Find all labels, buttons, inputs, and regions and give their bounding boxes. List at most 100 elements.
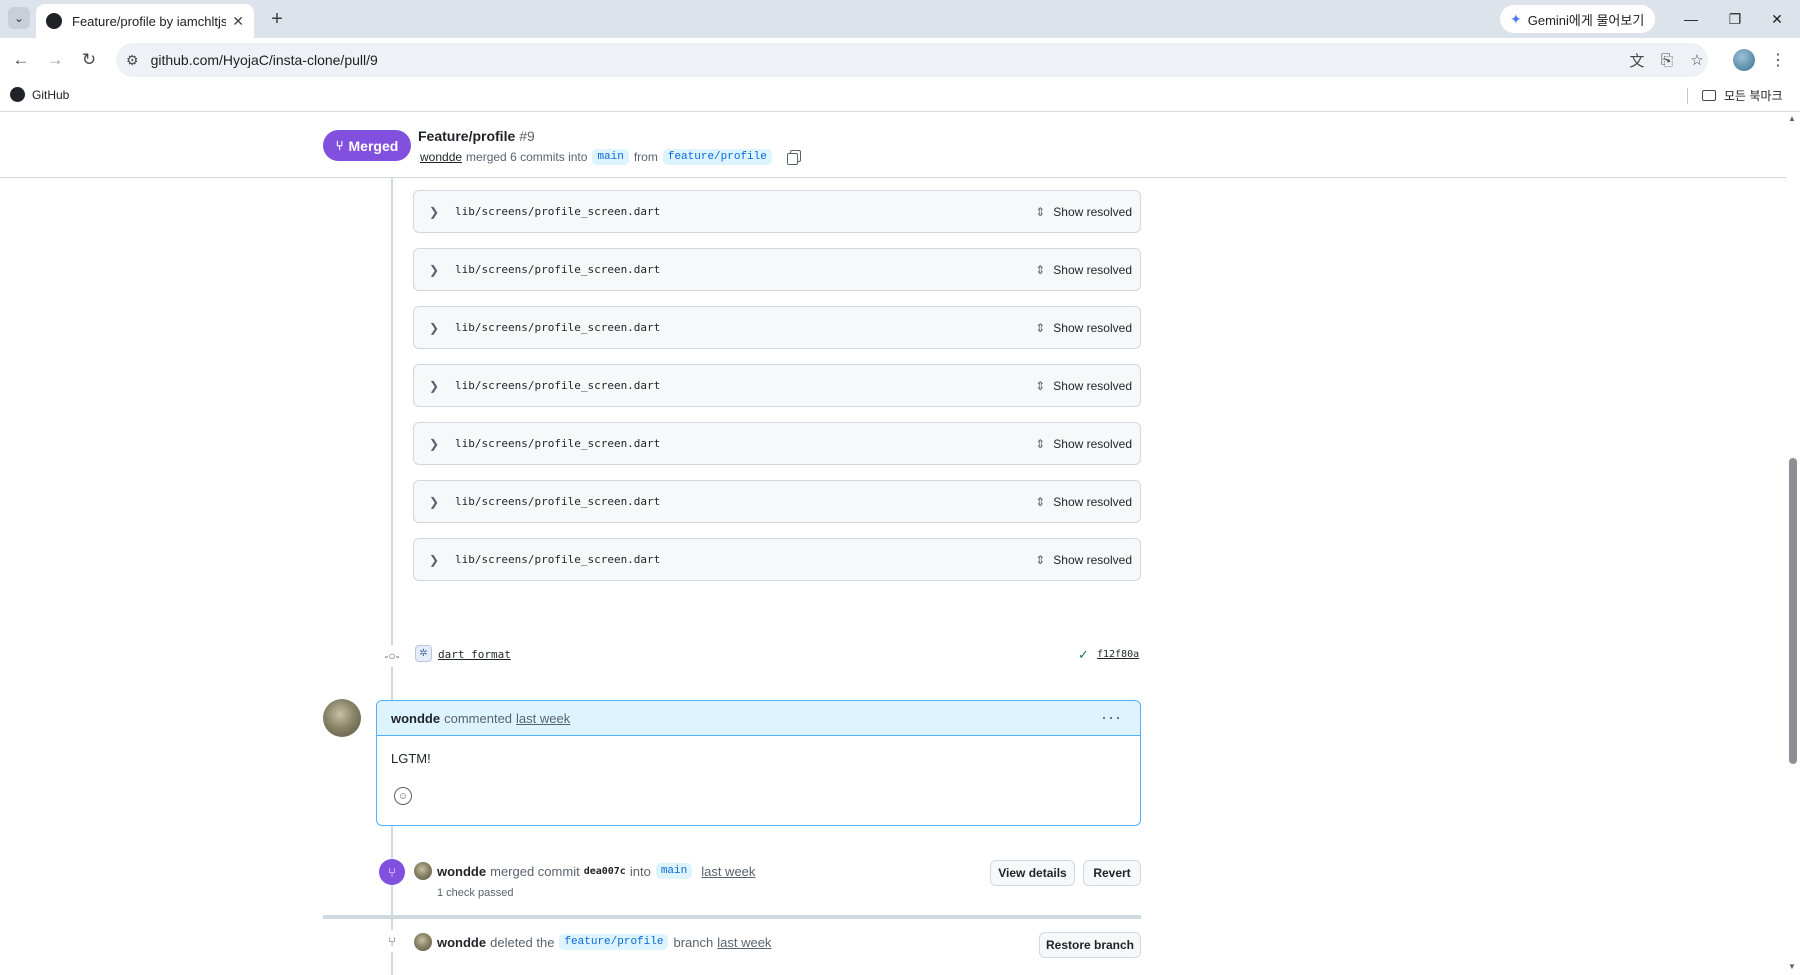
base-branch-pill[interactable]: main: [592, 149, 629, 165]
merged-state-label: Merged: [348, 137, 399, 154]
new-tab-button[interactable]: +: [264, 6, 290, 32]
copy-icon[interactable]: [786, 150, 801, 165]
reload-icon[interactable]: ↻: [76, 47, 102, 73]
commit-message-link[interactable]: dart format: [438, 648, 511, 661]
more-options-icon[interactable]: ···: [1101, 707, 1122, 728]
scroll-up-arrow-icon[interactable]: ▲: [1788, 114, 1796, 123]
thread-file-path: lib/screens/profile_screen.dart: [455, 205, 661, 218]
checks-status-text[interactable]: 1 check passed: [437, 887, 513, 899]
delete-event-text: wondde deleted the feature/profile branc…: [437, 934, 771, 950]
sticky-pr-header: ⑂ Merged Feature/profile #9 wondde merged…: [0, 112, 1786, 178]
pr-from-text: from: [633, 150, 658, 164]
commit-sha-link[interactable]: f12f80a: [1097, 649, 1139, 660]
chevron-right-icon[interactable]: ❯: [429, 321, 443, 335]
add-reaction-icon[interactable]: ☺: [394, 787, 412, 805]
comment-time-link[interactable]: last week: [516, 711, 570, 726]
merge-event-text: wondde merged commit dea007c into main l…: [437, 863, 755, 879]
resolved-thread-row[interactable]: ❯ lib/screens/profile_screen.dart ⇕ Show…: [413, 306, 1141, 349]
avatar[interactable]: [414, 933, 432, 951]
profile-avatar[interactable]: [1733, 49, 1755, 71]
merge-into-text: into: [629, 863, 651, 879]
revert-button[interactable]: Revert: [1083, 860, 1141, 886]
chevron-right-icon[interactable]: ❯: [429, 379, 443, 393]
resolved-thread-row[interactable]: ❯ lib/screens/profile_screen.dart ⇕ Show…: [413, 248, 1141, 291]
head-branch-pill[interactable]: feature/profile: [662, 149, 772, 165]
commit-author-avatar[interactable]: ✲: [415, 645, 432, 662]
unfold-icon: ⇕: [1035, 552, 1046, 567]
page-viewport: ⑂ Merged Feature/profile #9 wondde merged…: [0, 112, 1800, 975]
unfold-icon: ⇕: [1035, 378, 1046, 393]
unfold-icon: ⇕: [1035, 204, 1046, 219]
restore-branch-button[interactable]: Restore branch: [1039, 932, 1141, 958]
merge-branch-pill[interactable]: main: [655, 863, 693, 879]
merge-author-link[interactable]: wondde: [437, 864, 486, 879]
thread-file-path: lib/screens/profile_screen.dart: [455, 553, 661, 566]
show-resolved-button[interactable]: Show resolved: [1053, 263, 1132, 277]
tab-title: Feature/profile by iamchltjsgh: [72, 13, 227, 29]
thread-file-path: lib/screens/profile_screen.dart: [455, 379, 661, 392]
show-resolved-button[interactable]: Show resolved: [1053, 321, 1132, 335]
forward-icon[interactable]: →: [42, 47, 68, 73]
bookmark-star-icon[interactable]: ☆: [1684, 47, 1710, 73]
merged-state-badge: ⑂ Merged: [323, 130, 411, 161]
back-icon[interactable]: ←: [8, 47, 34, 73]
address-bar[interactable]: ⚙ github.com/HyojaC/insta-clone/pull/9: [116, 43, 1708, 77]
minimize-icon[interactable]: —: [1668, 0, 1714, 38]
install-app-icon[interactable]: ⎘: [1654, 47, 1680, 73]
tab-list-icon[interactable]: ⌄: [8, 7, 30, 29]
delete-time-link[interactable]: last week: [717, 935, 771, 950]
avatar[interactable]: [414, 862, 432, 880]
unfold-icon: ⇕: [1035, 262, 1046, 277]
pr-author-link[interactable]: wondde: [420, 150, 462, 164]
merge-icon: ⑂: [335, 138, 344, 153]
show-resolved-button[interactable]: Show resolved: [1053, 379, 1132, 393]
pr-title-text: Feature/profile: [418, 128, 516, 144]
unfold-icon: ⇕: [1035, 436, 1046, 451]
merge-sha-link[interactable]: dea007c: [584, 866, 626, 877]
resolved-thread-row[interactable]: ❯ lib/screens/profile_screen.dart ⇕ Show…: [413, 538, 1141, 581]
check-icon[interactable]: ✓: [1078, 647, 1089, 663]
bookmark-separator: [1687, 88, 1688, 104]
view-details-button[interactable]: View details: [990, 860, 1075, 886]
chevron-right-icon[interactable]: ❯: [429, 263, 443, 277]
scrollbar-thumb[interactable]: [1789, 458, 1797, 764]
folder-icon: [1702, 90, 1716, 101]
gemini-button[interactable]: ✦ Gemini에게 물어보기: [1500, 5, 1655, 33]
merge-time-link[interactable]: last week: [701, 864, 755, 879]
bookmark-github[interactable]: GitHub: [10, 87, 69, 102]
resolved-thread-row[interactable]: ❯ lib/screens/profile_screen.dart ⇕ Show…: [413, 480, 1141, 523]
pr-title: Feature/profile #9: [418, 128, 535, 144]
gemini-spark-icon: ✦: [1510, 10, 1522, 27]
comment-box: wondde commented last week ··· LGTM! ☺: [376, 700, 1141, 826]
show-resolved-button[interactable]: Show resolved: [1053, 205, 1132, 219]
chevron-right-icon[interactable]: ❯: [429, 437, 443, 451]
show-resolved-button[interactable]: Show resolved: [1053, 495, 1132, 509]
tab-close-icon[interactable]: ✕: [232, 13, 244, 30]
all-bookmarks[interactable]: 모든 북마크: [1702, 87, 1783, 104]
chevron-right-icon[interactable]: ❯: [429, 205, 443, 219]
comment-header: wondde commented last week ···: [377, 701, 1140, 736]
browser-tab[interactable]: Feature/profile by iamchltjsgh ✕: [36, 4, 254, 38]
restore-icon[interactable]: ❐: [1712, 0, 1758, 38]
merge-event-icon: ⑂: [379, 859, 405, 885]
branch-suffix-text: branch: [673, 934, 714, 950]
resolved-thread-row[interactable]: ❯ lib/screens/profile_screen.dart ⇕ Show…: [413, 422, 1141, 465]
avatar[interactable]: [323, 699, 361, 737]
bookmark-github-label: GitHub: [32, 87, 70, 102]
resolved-thread-row[interactable]: ❯ lib/screens/profile_screen.dart ⇕ Show…: [413, 190, 1141, 233]
show-resolved-button[interactable]: Show resolved: [1053, 553, 1132, 567]
comment-author-link[interactable]: wondde: [391, 711, 440, 726]
show-resolved-button[interactable]: Show resolved: [1053, 437, 1132, 451]
resolved-thread-row[interactable]: ❯ lib/screens/profile_screen.dart ⇕ Show…: [413, 364, 1141, 407]
site-settings-icon[interactable]: ⚙: [126, 52, 139, 69]
menu-kebab-icon[interactable]: ⋮: [1768, 47, 1788, 73]
browser-toolbar: ← → ↻ ⚙ github.com/HyojaC/insta-clone/pu…: [0, 38, 1800, 80]
chevron-right-icon[interactable]: ❯: [429, 553, 443, 567]
thread-file-path: lib/screens/profile_screen.dart: [455, 437, 661, 450]
translate-icon[interactable]: 文: [1624, 47, 1650, 73]
chevron-right-icon[interactable]: ❯: [429, 495, 443, 509]
scroll-down-arrow-icon[interactable]: ▼: [1788, 962, 1796, 971]
delete-author-link[interactable]: wondde: [437, 935, 486, 950]
deleted-branch-pill[interactable]: feature/profile: [559, 934, 669, 950]
close-window-icon[interactable]: ✕: [1754, 0, 1800, 38]
